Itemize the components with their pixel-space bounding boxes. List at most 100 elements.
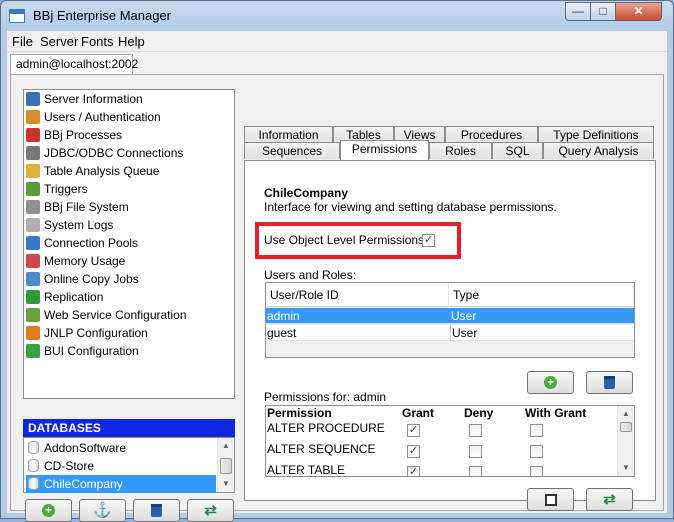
memory-icon — [26, 254, 40, 268]
databases-header: DATABASES — [23, 419, 235, 437]
grant-checkbox[interactable]: ✓ — [407, 445, 420, 458]
bui-icon — [26, 344, 40, 358]
tab-sequences[interactable]: Sequences — [244, 142, 340, 159]
admin-tree: Server Information Users / Authentication… — [23, 89, 235, 399]
copy-jobs-icon — [26, 272, 40, 286]
window-title: BBj Enterprise Manager — [33, 8, 172, 23]
tab-type-definitions[interactable]: Type Definitions — [538, 126, 654, 143]
grant-checkbox[interactable]: ✓ — [407, 424, 420, 437]
users-roles-table: User/Role ID Type admin User guest User — [265, 282, 635, 358]
tree-item[interactable]: Online Copy Jobs — [26, 270, 139, 288]
database-list: AddonSoftware CD-Store ChileCompany ▲ ▼ — [23, 437, 235, 493]
tree-item[interactable]: Server Information — [26, 90, 143, 108]
add-icon: + — [42, 504, 55, 518]
permission-name: ALTER SEQUENCE — [267, 442, 376, 456]
scroll-down-icon[interactable]: ▼ — [618, 460, 634, 476]
save-permissions-button[interactable] — [527, 488, 574, 511]
database-item[interactable]: AddonSoftware — [26, 439, 216, 457]
with-grant-checkbox[interactable] — [530, 445, 543, 458]
deny-checkbox[interactable] — [469, 445, 482, 458]
tree-item[interactable]: Memory Usage — [26, 252, 125, 270]
deny-checkbox[interactable] — [469, 424, 482, 437]
app-window: BBj Enterprise Manager — □ ✕ File Server… — [0, 0, 674, 522]
add-user-button[interactable]: + — [527, 371, 574, 394]
database-item-selected[interactable]: ChileCompany — [26, 475, 216, 493]
client-area: admin@localhost:2002 Server Information U… — [7, 51, 667, 522]
scroll-down-icon[interactable]: ▼ — [218, 476, 234, 492]
permissions-table: Permission Grant Deny With Grant ALTER P… — [265, 405, 635, 477]
tree-item[interactable]: JDBC/ODBC Connections — [26, 144, 183, 162]
pools-icon — [26, 236, 40, 250]
maximize-button[interactable]: □ — [590, 2, 616, 21]
file-system-icon — [26, 200, 40, 214]
menu-bar: File Server Fonts Help — [7, 31, 667, 51]
tree-item[interactable]: Table Analysis Queue — [26, 162, 159, 180]
users-icon — [26, 110, 40, 124]
perm-column-header: Grant — [402, 406, 435, 420]
server-info-icon — [26, 92, 40, 106]
table-row[interactable]: admin User — [266, 308, 634, 324]
permissions-panel: ChileCompany Interface for viewing and s… — [244, 160, 656, 511]
grant-checkbox[interactable]: ✓ — [407, 466, 420, 476]
tree-item[interactable]: BBj File System — [26, 198, 129, 216]
tree-item[interactable]: Connection Pools — [26, 234, 138, 252]
with-grant-checkbox[interactable] — [530, 424, 543, 437]
permissions-scrollbar[interactable]: ▲ ▼ — [617, 406, 634, 476]
table-row[interactable]: guest User — [266, 325, 634, 341]
tree-item[interactable]: Replication — [26, 288, 103, 306]
users-column-header[interactable]: Type — [449, 283, 634, 307]
tree-item[interactable]: System Logs — [26, 216, 113, 234]
refresh-permissions-button[interactable]: ⇄ — [586, 488, 633, 511]
triggers-icon — [26, 182, 40, 196]
minimize-button[interactable]: — — [565, 2, 591, 21]
scroll-thumb[interactable] — [620, 422, 632, 432]
tree-item[interactable]: Web Service Configuration — [26, 306, 187, 324]
tree-item[interactable]: Triggers — [26, 180, 88, 198]
deny-checkbox[interactable] — [469, 466, 482, 476]
menu-file[interactable]: File — [12, 34, 33, 49]
trash-icon — [151, 504, 162, 518]
tree-item[interactable]: Users / Authentication — [26, 108, 161, 126]
permissions-description: Interface for viewing and setting databa… — [264, 200, 557, 214]
menu-server[interactable]: Server — [40, 34, 78, 49]
database-icon — [28, 459, 39, 472]
database-list-scrollbar[interactable]: ▲ ▼ — [217, 438, 234, 492]
permissions-db-name: ChileCompany — [264, 186, 349, 200]
perm-column-header: Deny — [464, 406, 494, 420]
tab-sql[interactable]: SQL — [492, 142, 543, 159]
tab-roles[interactable]: Roles — [429, 142, 492, 159]
title-bar[interactable]: BBj Enterprise Manager — □ ✕ — [1, 1, 673, 31]
database-item[interactable]: CD-Store — [26, 457, 216, 475]
database-icon — [28, 477, 39, 490]
tree-item[interactable]: JNLP Configuration — [26, 324, 148, 342]
refresh-icon: ⇄ — [603, 490, 616, 508]
tab-procedures[interactable]: Procedures — [445, 126, 538, 143]
save-icon — [544, 493, 557, 506]
tab-permissions[interactable]: Permissions — [340, 140, 429, 160]
scroll-up-icon[interactable]: ▲ — [218, 438, 234, 454]
connections-icon — [26, 146, 40, 160]
with-grant-checkbox[interactable] — [530, 466, 543, 476]
permission-name: ALTER TABLE — [267, 463, 346, 477]
web-service-icon — [26, 308, 40, 322]
scroll-thumb[interactable] — [220, 458, 232, 474]
tab-query-analysis[interactable]: Query Analysis — [543, 142, 654, 159]
tree-item[interactable]: BUI Configuration — [26, 342, 139, 360]
remove-user-button[interactable] — [586, 371, 633, 394]
object-level-checkbox[interactable]: ✓ — [422, 234, 435, 247]
menu-fonts[interactable]: Fonts — [81, 34, 114, 49]
scroll-up-icon[interactable]: ▲ — [618, 406, 634, 422]
menu-help[interactable]: Help — [118, 34, 145, 49]
tab-information[interactable]: Information — [244, 126, 333, 143]
refresh-icon: ⇄ — [204, 501, 217, 519]
anchor-icon: ⚓ — [93, 501, 112, 519]
session-panel: Server Information Users / Authentication… — [10, 74, 664, 522]
processes-icon — [26, 128, 40, 142]
users-column-header[interactable]: User/Role ID — [266, 283, 449, 307]
tree-item[interactable]: BBj Processes — [26, 126, 122, 144]
database-tabs: Information Tables Views Procedures Type… — [244, 111, 656, 511]
jnlp-icon — [26, 326, 40, 340]
database-icon — [28, 441, 39, 454]
session-tab[interactable]: admin@localhost:2002 — [10, 54, 138, 75]
close-button[interactable]: ✕ — [615, 2, 662, 21]
